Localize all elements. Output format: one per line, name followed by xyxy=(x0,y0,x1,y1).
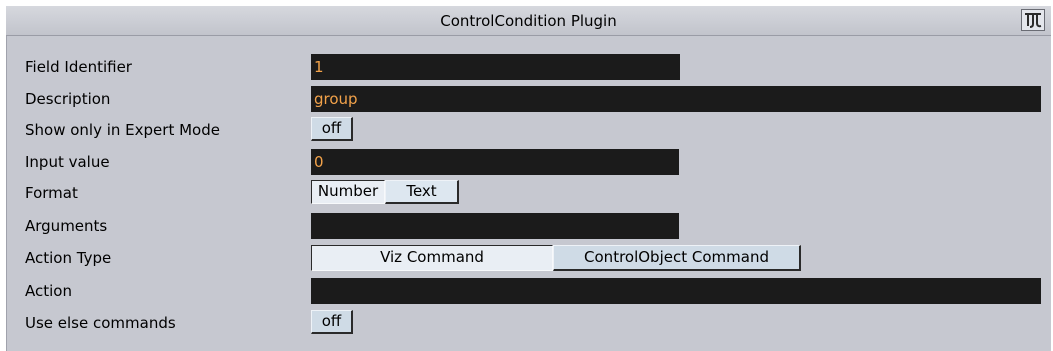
description-input[interactable]: group xyxy=(311,86,1041,112)
title-bar: ControlCondition Plugin xyxy=(6,6,1051,36)
format-text-button[interactable]: Text xyxy=(385,180,459,204)
plugin-logo-icon[interactable] xyxy=(1021,9,1045,31)
action-type-label: Action Type xyxy=(25,249,112,267)
field-identifier-input[interactable]: 1 xyxy=(311,54,680,80)
input-value-field[interactable]: 0 xyxy=(311,149,679,175)
description-label: Description xyxy=(25,90,111,108)
plugin-content: Field Identifier 1 Description group Sho… xyxy=(6,36,1051,351)
field-identifier-label: Field Identifier xyxy=(25,58,132,76)
action-label: Action xyxy=(25,282,72,300)
expert-mode-label: Show only in Expert Mode xyxy=(25,121,220,139)
action-input[interactable] xyxy=(311,278,1041,304)
input-value-label: Input value xyxy=(25,153,110,171)
format-number-button[interactable]: Number xyxy=(311,180,385,204)
plugin-panel: ControlCondition Plugin Field Identifier… xyxy=(6,6,1051,351)
use-else-toggle[interactable]: off xyxy=(311,310,353,334)
action-type-viz-command-button[interactable]: Viz Command xyxy=(311,245,553,271)
action-type-controlobject-command-button[interactable]: ControlObject Command xyxy=(553,245,801,271)
panel-title: ControlCondition Plugin xyxy=(440,12,617,30)
format-label: Format xyxy=(25,184,78,202)
arguments-input[interactable] xyxy=(311,213,679,239)
expert-mode-toggle[interactable]: off xyxy=(311,117,353,141)
arguments-label: Arguments xyxy=(25,217,108,235)
use-else-label: Use else commands xyxy=(25,314,176,332)
